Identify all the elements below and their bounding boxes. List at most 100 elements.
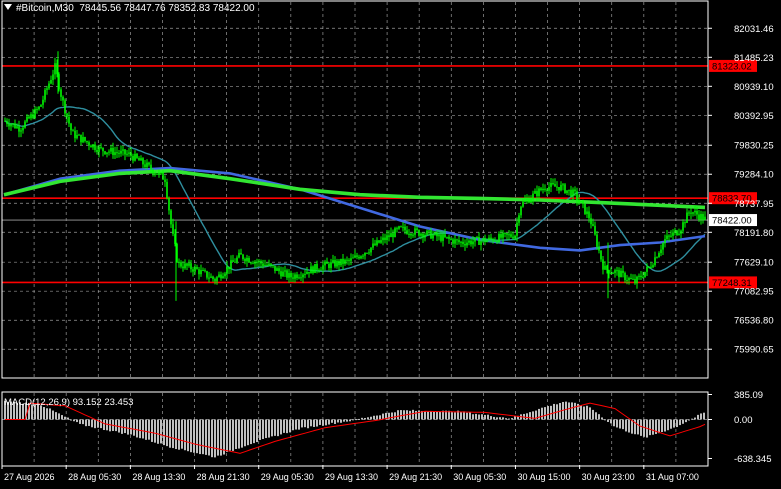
candle-body	[596, 234, 598, 247]
time-tick-label: 30 Aug 15:00	[517, 472, 570, 482]
macd-histogram-bar	[337, 419, 339, 423]
candle-body	[110, 147, 112, 152]
macd-histogram-bar	[247, 419, 249, 446]
candle-body	[258, 261, 260, 263]
candle-body	[152, 169, 154, 174]
candle-body	[300, 277, 302, 279]
candle-body	[654, 257, 656, 266]
macd-histogram-bar	[568, 402, 570, 420]
macd-histogram-bar	[589, 407, 591, 420]
candle-body	[134, 153, 136, 161]
candle-body	[648, 266, 650, 268]
macd-histogram-bar	[76, 419, 78, 423]
candle-body	[658, 253, 660, 258]
candle-body	[346, 259, 348, 261]
macd-histogram-bar	[178, 419, 180, 450]
macd-histogram-bar	[130, 419, 132, 435]
candle-body	[646, 266, 648, 272]
macd-histogram-bar	[619, 419, 621, 429]
macd-histogram-bar	[355, 419, 357, 421]
macd-histogram-bar	[466, 412, 468, 420]
macd-histogram-bar	[622, 419, 624, 430]
candle-body	[210, 276, 212, 278]
candle-body	[338, 260, 340, 266]
candle-body	[54, 63, 56, 75]
macd-histogram-bar	[91, 419, 93, 428]
candle-body	[104, 151, 106, 154]
candle-body	[218, 274, 220, 278]
candle-body	[100, 146, 102, 148]
macd-histogram-bar	[43, 407, 45, 420]
macd-histogram-bar	[295, 419, 297, 430]
macd-histogram-bar	[307, 419, 309, 429]
candle-body	[114, 152, 116, 156]
candle-body	[400, 226, 402, 228]
candle-body	[324, 261, 326, 266]
candle-body	[384, 237, 386, 240]
macd-histogram-bar	[334, 419, 336, 424]
candle-body	[348, 259, 350, 261]
macd-histogram-bar	[220, 419, 222, 456]
macd-histogram-bar	[376, 415, 378, 420]
candle-body	[8, 123, 10, 127]
trading-chart[interactable]: 81323.0278833.7077248.3178422.00 82031.4…	[0, 0, 781, 489]
macd-histogram-bar	[193, 419, 195, 453]
time-tick-label: 27 Aug 2026	[4, 472, 55, 482]
macd-histogram-bar	[262, 419, 264, 440]
macd-histogram-bar	[79, 419, 81, 424]
candle-body	[452, 239, 454, 244]
candle-body	[88, 142, 90, 146]
macd-histogram-bar	[64, 416, 66, 420]
macd-histogram-bar	[598, 414, 600, 420]
time-tick-label: 30 Aug 05:30	[453, 472, 506, 482]
macd-histogram-bar	[625, 419, 627, 432]
macd-histogram-bar	[667, 419, 669, 431]
chart-title[interactable]: #Bitcoin,M30 78445.56 78447.76 78352.83 …	[4, 3, 255, 14]
candle-body	[476, 236, 478, 238]
macd-histogram-bar	[292, 419, 294, 431]
price-tick-label: 77082.95	[734, 287, 774, 298]
candle-body	[16, 126, 18, 129]
candle-body	[224, 273, 226, 277]
candle-body	[230, 260, 232, 270]
candle-body	[278, 268, 280, 272]
candle-body	[270, 263, 272, 265]
dropdown-triangle-icon[interactable]	[4, 4, 12, 10]
candle-body	[590, 218, 592, 225]
candle-body	[396, 228, 398, 230]
macd-histogram-bar	[415, 410, 417, 420]
macd-histogram-bar	[631, 419, 633, 434]
candle-body	[566, 190, 568, 193]
candle-body	[588, 211, 590, 219]
candle-body	[216, 277, 218, 282]
macd-histogram-bar	[283, 419, 285, 433]
macd-histogram-bar	[205, 419, 207, 455]
candle-body	[314, 263, 316, 273]
macd-histogram-bar	[70, 419, 72, 421]
candle-body	[532, 193, 534, 200]
price-tick-label: 75990.65	[734, 345, 774, 356]
candle-body	[428, 230, 430, 232]
candle-body	[436, 232, 438, 237]
candle-body	[190, 263, 192, 270]
candle-body	[194, 266, 196, 272]
candle-body	[84, 137, 86, 142]
candle-body	[560, 184, 562, 191]
price-tick-label: 79284.10	[734, 170, 774, 181]
candle-body	[120, 150, 122, 154]
candle-body	[438, 234, 440, 237]
macd-histogram-bar	[478, 414, 480, 420]
macd-histogram-bar	[685, 419, 687, 423]
candle-body	[370, 247, 372, 253]
candle-body	[564, 184, 566, 193]
macd-histogram-bar	[55, 412, 57, 420]
macd-histogram-bar	[82, 419, 84, 425]
candle-body	[32, 114, 34, 118]
candle-body	[332, 260, 334, 263]
candle-body	[544, 188, 546, 190]
macd-histogram-bar	[160, 419, 162, 444]
candle-body	[602, 259, 604, 270]
candle-body	[386, 235, 388, 240]
candle-body	[294, 274, 296, 279]
candle-body	[512, 236, 514, 239]
